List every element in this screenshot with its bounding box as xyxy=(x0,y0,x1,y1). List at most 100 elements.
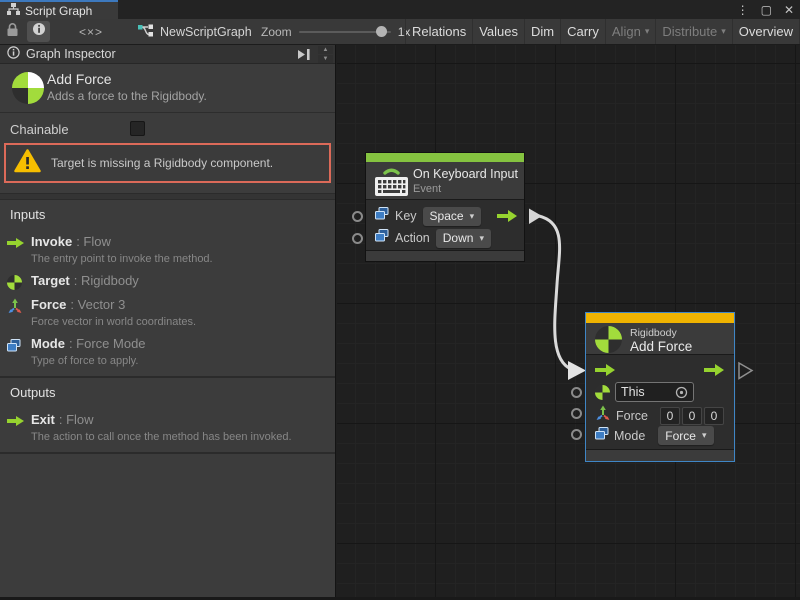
target-row: This xyxy=(595,382,694,402)
object-picker-icon[interactable] xyxy=(675,386,688,399)
kb-key-port[interactable] xyxy=(352,211,363,222)
kb-action-port[interactable] xyxy=(352,233,363,244)
warning-banner: Target is missing a Rigidbody component. xyxy=(4,143,331,183)
overview-button[interactable]: Overview xyxy=(732,19,799,44)
zoom-slider[interactable] xyxy=(299,31,391,33)
graph-tab-icon xyxy=(7,3,20,18)
graph-asset-icon xyxy=(138,24,154,40)
input-invoke: Invoke: Flow The entry point to invoke t… xyxy=(0,231,335,270)
scrub-down-button[interactable]: ▼ xyxy=(318,55,333,63)
values-button[interactable]: Values xyxy=(472,19,524,44)
chainable-label: Chainable xyxy=(10,122,69,137)
vector3-icon xyxy=(595,405,611,426)
rigidbody-icon xyxy=(7,274,25,290)
unit-description: Adds a force to the Rigidbody. xyxy=(47,89,207,103)
input-target: Target: Rigidbody xyxy=(0,270,335,294)
tab-script-graph[interactable]: Script Graph xyxy=(0,0,118,19)
vector3-icon xyxy=(7,298,25,314)
dock-panel-button[interactable] xyxy=(297,48,311,64)
info-icon xyxy=(32,22,46,41)
chainable-checkbox[interactable] xyxy=(130,121,145,136)
code-icon: <×> xyxy=(79,25,103,39)
unit-title: Add Force xyxy=(47,71,112,87)
inputs-title: Inputs xyxy=(10,207,325,222)
graph-inspector-panel: Graph Inspector ▲ ▼ Add Force Adds a for… xyxy=(0,45,336,597)
menu-icon[interactable]: ⋮ xyxy=(737,3,749,17)
add-force-node[interactable]: Rigidbody Add Force This xyxy=(585,312,735,462)
trigger-out-port[interactable] xyxy=(497,209,518,223)
align-button[interactable]: Align▾ xyxy=(605,19,655,44)
rigidbody-icon xyxy=(595,385,610,400)
rigidbody-icon xyxy=(12,72,44,104)
toolbar-button-group: Relations Values Dim Carry Align▾ Distri… xyxy=(405,19,800,44)
info-icon xyxy=(7,46,20,62)
lock-icon xyxy=(6,22,19,42)
zoom-slider-handle[interactable] xyxy=(376,26,387,37)
force-row: Force 0 0 0 xyxy=(595,405,726,426)
action-dropdown[interactable]: Down ▾ xyxy=(436,229,491,248)
inputs-section: Inputs Invoke: Flow The entry point to i… xyxy=(0,207,335,378)
chevron-down-icon: ▾ xyxy=(645,19,650,44)
preview-code-button[interactable]: <×> xyxy=(79,19,103,44)
af-target-port[interactable] xyxy=(571,387,582,398)
chevron-down-icon: ▾ xyxy=(470,211,475,222)
chevron-down-icon: ▾ xyxy=(479,233,484,244)
node-header: On Keyboard Input Event xyxy=(366,162,524,200)
action-row: Action Down ▾ xyxy=(375,228,491,248)
force-z-field[interactable]: 0 xyxy=(704,407,724,425)
script-graph-window: Script Graph ⋮ ▢ ✕ xyxy=(0,0,800,600)
outputs-section: Outputs Exit: Flow The action to call on… xyxy=(0,385,335,454)
maximize-icon[interactable]: ▢ xyxy=(761,3,772,17)
chevron-down-icon: ▾ xyxy=(721,19,726,44)
input-mode: Mode: Force Mode Type of force to apply. xyxy=(0,333,335,378)
force-label: Force xyxy=(616,409,648,423)
zoom-label: Zoom xyxy=(261,25,292,39)
panel-scrubber: ▲ ▼ xyxy=(318,46,333,63)
node-kicker: Rigidbody xyxy=(630,327,677,339)
scrub-up-button[interactable]: ▲ xyxy=(318,46,333,54)
mode-label: Mode xyxy=(614,429,645,443)
panel-title: Graph Inspector xyxy=(26,47,116,61)
graph-name-label: NewScriptGraph xyxy=(160,25,252,39)
chevron-down-icon: ▾ xyxy=(702,430,707,441)
enum-icon xyxy=(7,337,25,353)
distribute-button[interactable]: Distribute▾ xyxy=(655,19,731,44)
close-icon[interactable]: ✕ xyxy=(784,3,794,17)
warning-text: Target is missing a Rigidbody component. xyxy=(51,156,273,170)
graph-inspector-header: Graph Inspector ▲ ▼ xyxy=(0,45,335,64)
inspector-toggle-button[interactable] xyxy=(27,21,50,42)
graph-name-group: NewScriptGraph xyxy=(138,19,252,44)
node-footer xyxy=(366,250,524,261)
mode-dropdown[interactable]: Force ▾ xyxy=(658,426,713,445)
af-mode-port[interactable] xyxy=(571,429,582,440)
trigger-in-port[interactable] xyxy=(595,363,616,377)
keyboard-icon xyxy=(373,164,410,203)
event-color-bar xyxy=(366,153,524,162)
exit-flow-port[interactable] xyxy=(704,363,725,377)
node-title: On Keyboard Input xyxy=(413,167,518,181)
enum-icon xyxy=(375,229,389,247)
enum-icon xyxy=(375,207,389,225)
graph-toolbar: <×> NewScriptGraph Zoom 1x Relations Val… xyxy=(0,19,800,45)
node-title: Add Force xyxy=(630,339,692,354)
node-subtitle: Event xyxy=(413,183,441,195)
dim-button[interactable]: Dim xyxy=(524,19,560,44)
chainable-row: Chainable xyxy=(0,113,335,145)
carry-button[interactable]: Carry xyxy=(560,19,605,44)
output-exit: Exit: Flow The action to call once the m… xyxy=(0,409,335,454)
af-force-port[interactable] xyxy=(571,408,582,419)
key-dropdown[interactable]: Space ▾ xyxy=(423,207,482,226)
relations-button[interactable]: Relations xyxy=(405,19,472,44)
warning-icon xyxy=(14,149,41,178)
force-x-field[interactable]: 0 xyxy=(660,407,680,425)
lock-button[interactable] xyxy=(6,19,19,44)
on-keyboard-input-node[interactable]: On Keyboard Input Event Key Space ▾ xyxy=(365,152,525,262)
selected-unit-summary: Add Force Adds a force to the Rigidbody. xyxy=(0,64,335,113)
outputs-title: Outputs xyxy=(10,385,325,400)
target-field[interactable]: This xyxy=(615,382,694,402)
section-divider xyxy=(0,193,335,200)
force-y-field[interactable]: 0 xyxy=(682,407,702,425)
tab-bar: Script Graph ⋮ ▢ ✕ xyxy=(0,0,800,19)
tab-label: Script Graph xyxy=(25,4,92,18)
zoom-control: Zoom 1x xyxy=(261,19,410,44)
